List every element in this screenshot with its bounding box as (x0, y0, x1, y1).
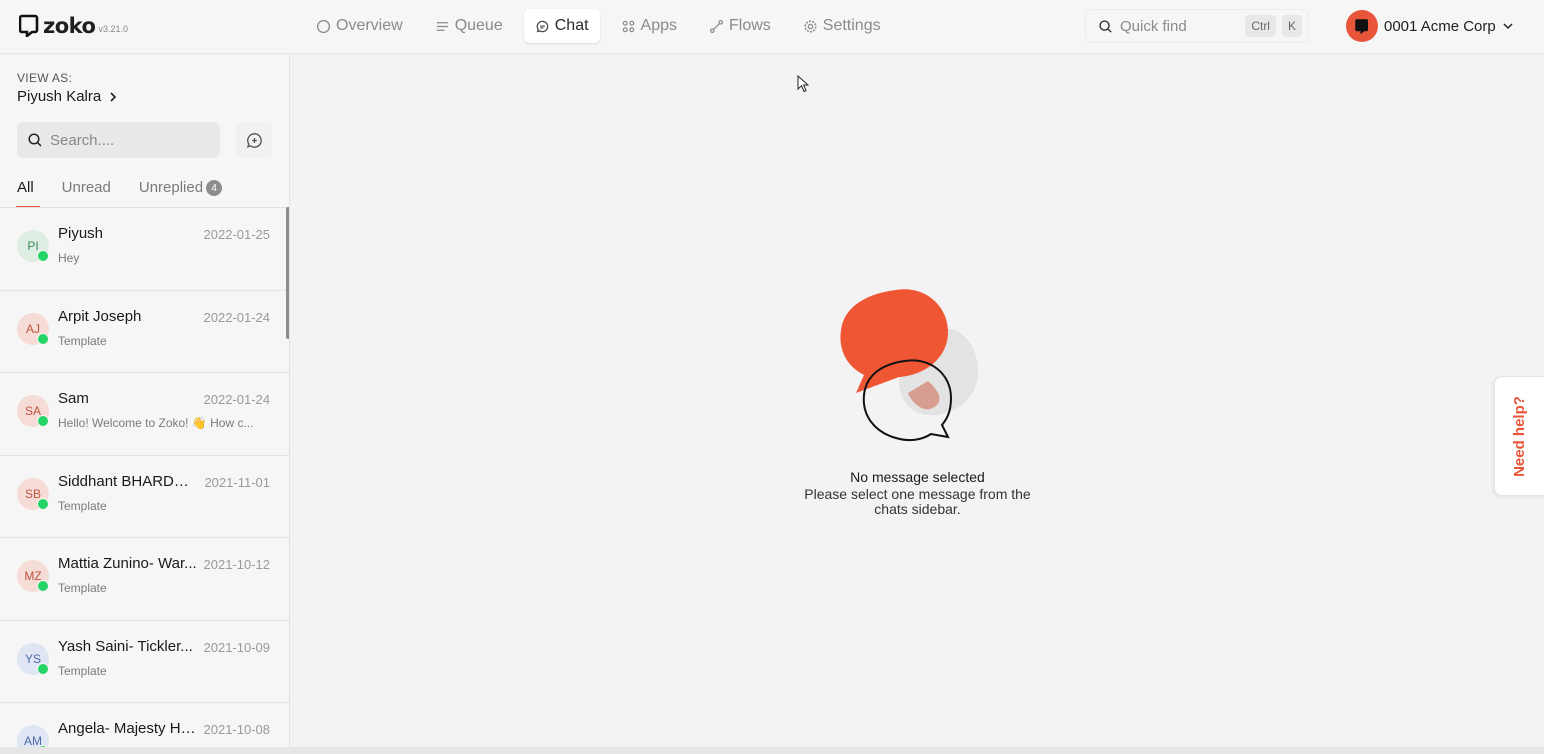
tab-all-label: All (17, 179, 34, 196)
zoko-logo-icon (1355, 19, 1368, 35)
chat-bubbles-illustration (840, 289, 978, 442)
list-icon (436, 21, 448, 31)
whatsapp-icon (37, 662, 49, 675)
empty-state-subtitle-line1: Please select one message from the (804, 486, 1031, 502)
nav-settings[interactable]: Settings (792, 9, 892, 43)
shortcut-key-ctrl: Ctrl (1245, 15, 1276, 37)
chevron-down-icon (1503, 23, 1513, 30)
unreplied-count-badge: 4 (206, 180, 223, 196)
chat-contact-name: Siddhant BHARDWA... (58, 472, 200, 490)
search-input[interactable] (50, 131, 210, 149)
need-help-label: Need help? (1511, 395, 1529, 477)
empty-state-title: No message selected (850, 469, 985, 485)
tab-unread[interactable]: Unread (62, 179, 111, 207)
whatsapp-icon (37, 415, 49, 427)
chat-contact-name: Yash Saini- Tickler... (58, 637, 193, 655)
nav-flows[interactable]: Flows (698, 9, 782, 43)
chat-list-item[interactable]: AJ Arpit Joseph 2022-01-24 Template (0, 290, 289, 373)
chat-date: 2021-10-09 (203, 639, 271, 655)
whatsapp-icon (37, 497, 49, 510)
brand-name: zoko (43, 14, 96, 38)
nav-chat[interactable]: Chat (523, 9, 600, 43)
view-as-selector[interactable]: Piyush Kalra (17, 88, 119, 105)
nav-overview[interactable]: Overview (305, 9, 414, 43)
need-help-tab[interactable]: Need help? (1494, 376, 1544, 496)
grid-icon (622, 20, 634, 32)
chat-list: PI Piyush 2022-01-25 Hey AJ Arpit Joseph 2022-… (0, 207, 289, 754)
chat-preview: Template (58, 663, 107, 678)
nav-apps[interactable]: Apps (610, 9, 688, 43)
flow-icon (709, 19, 724, 33)
chat-list-item[interactable]: YS Yash Saini- Tickler... 2021-10-09 Templa… (0, 620, 289, 703)
gear-icon (804, 20, 817, 32)
nav-queue-label: Queue (454, 17, 503, 34)
chat-contact-name: Angela- Majesty Ha... (58, 720, 200, 737)
chat-date: 2021-10-08 (203, 722, 271, 737)
search-icon (28, 133, 42, 147)
account-name: 0001 Acme Corp (1384, 17, 1496, 35)
empty-state-subtitle: Please select one message from the chats… (291, 487, 1544, 517)
chat-date: 2022-01-25 (203, 227, 271, 242)
shortcut-key-k: K (1281, 15, 1302, 37)
nav-settings-label: Settings (822, 17, 881, 34)
nav-overview-label: Overview (336, 17, 403, 34)
account-switcher[interactable]: 0001 Acme Corp (1346, 10, 1514, 42)
whatsapp-icon (37, 580, 49, 592)
chat-date: 2021-10-12 (203, 557, 271, 572)
quick-find-label: Quick find (1120, 17, 1187, 35)
account-avatar (1346, 10, 1378, 42)
chat-preview: Template (58, 581, 107, 595)
circle-icon (316, 19, 331, 33)
chat-contact-name: Sam (58, 390, 89, 407)
chat-date: 2022-01-24 (203, 309, 271, 325)
chat-date: 2021-11-01 (204, 474, 270, 490)
chat-sidebar: VIEW AS: Piyush Kalra All Unread Unrepli… (0, 55, 290, 754)
empty-state-subtitle-line2: chats sidebar. (874, 501, 961, 517)
chat-list-item[interactable]: SA Sam 2022-01-24 Hello! Welcome to Zoko! 👋… (0, 373, 289, 456)
nav-queue[interactable]: Queue (424, 9, 514, 43)
app-version: v3.21.0 (98, 24, 129, 34)
chat-search (17, 122, 220, 158)
chat-contact-name: Piyush (58, 225, 104, 242)
mouse-pointer-icon (797, 75, 809, 93)
zoko-logo[interactable]: zoko v3.21.0 (19, 13, 128, 37)
chat-date: 2022-01-24 (203, 392, 271, 407)
chat-list-item[interactable]: PI Piyush 2022-01-25 Hey (0, 208, 289, 291)
bottom-bar (0, 747, 1544, 754)
chat-main-panel: No message selected Please select one me… (291, 55, 1544, 754)
chevron-right-icon (110, 91, 117, 102)
zoko-logo-icon (19, 14, 39, 37)
chat-preview: Hello! Welcome to Zoko! 👋 How c... (58, 416, 254, 430)
new-chat-button[interactable] (236, 122, 272, 158)
chat-icon (536, 20, 548, 32)
chat-list-item[interactable]: SB Siddhant BHARDWA... 2021-11-01 Template (0, 455, 289, 538)
main-nav: Overview Queue Chat Apps Flows Settings (305, 9, 902, 43)
chat-filter-tabs: All Unread Unreplied 4 (16, 179, 250, 208)
nav-flows-label: Flows (729, 17, 771, 34)
chat-preview: Hey (58, 251, 80, 265)
chat-list-scrollbar[interactable] (286, 207, 289, 339)
tab-unreplied[interactable]: Unreplied 4 (138, 179, 223, 207)
tab-unreplied-label: Unreplied (138, 179, 204, 196)
whatsapp-icon (37, 250, 49, 262)
chat-list-item[interactable]: MZ Mattia Zunino- War... 2021-10-12 Templat… (0, 538, 289, 621)
chat-preview: Template (58, 333, 107, 348)
chat-preview: Template (58, 498, 107, 513)
chat-contact-name: Arpit Joseph (58, 307, 142, 325)
whatsapp-icon (37, 332, 49, 345)
quick-find-button[interactable]: Quick find Ctrl K (1085, 9, 1309, 43)
tab-unread-label: Unread (61, 179, 111, 196)
nav-apps-label: Apps (640, 17, 677, 34)
new-chat-icon (246, 132, 262, 148)
top-bar: zoko v3.21.0 Overview Queue Chat Apps Fl… (0, 0, 1544, 54)
tab-all[interactable]: All (16, 179, 40, 208)
search-icon (1099, 19, 1112, 33)
nav-chat-label: Chat (554, 17, 589, 34)
chat-contact-name: Mattia Zunino- War... (58, 555, 197, 572)
view-as-name: Piyush Kalra (17, 88, 102, 105)
view-as-label: VIEW AS: (17, 71, 73, 85)
